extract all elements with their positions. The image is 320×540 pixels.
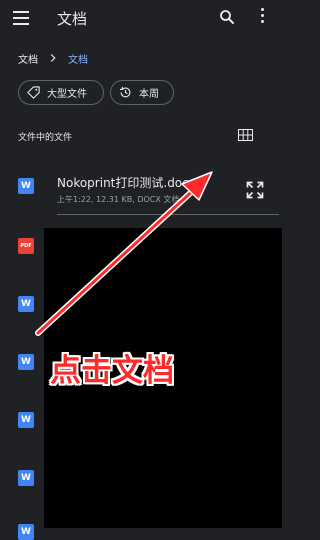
annotation-label: 点击文档 [50,353,174,389]
annotation-arrow [35,171,213,336]
